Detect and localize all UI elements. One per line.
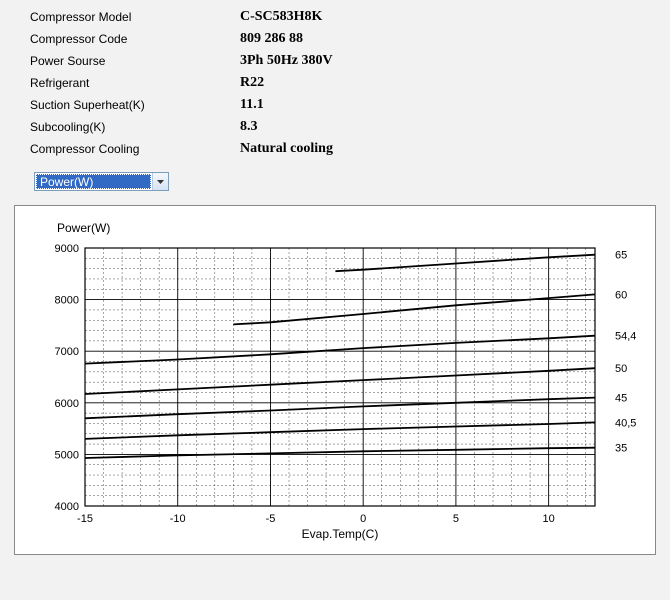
- spec-value: R22: [240, 72, 264, 94]
- spec-value: 3Ph 50Hz 380V: [240, 50, 333, 72]
- chart-metric-select[interactable]: Power(W): [34, 172, 169, 191]
- spec-label: Compressor Model: [30, 6, 240, 28]
- x-tick: 10: [543, 513, 555, 525]
- spec-row: Refrigerant R22: [30, 72, 670, 94]
- y-tick: 6000: [55, 398, 79, 410]
- y-tick: 7000: [55, 346, 79, 358]
- spec-row: Compressor Cooling Natural cooling: [30, 138, 670, 160]
- spec-label: Suction Superheat(K): [30, 94, 240, 116]
- y-axis-title: Power(W): [57, 221, 110, 235]
- series-label: 60: [615, 289, 627, 301]
- series-label: 35: [615, 443, 627, 455]
- spec-value: 809 286 88: [240, 28, 303, 50]
- x-tick: 5: [453, 513, 459, 525]
- spec-value: 11.1: [240, 94, 264, 116]
- y-tick: 8000: [55, 295, 79, 307]
- spec-row: Suction Superheat(K) 11.1: [30, 94, 670, 116]
- spec-row: Subcooling(K) 8.3: [30, 116, 670, 138]
- series-line: [233, 294, 595, 324]
- spec-value: 8.3: [240, 116, 258, 138]
- spec-label: Compressor Code: [30, 28, 240, 50]
- series-label: 40,5: [615, 417, 636, 429]
- series-line: [85, 422, 595, 439]
- power-chart: Power(W) 4000 5000 6000 7000 8000 9000 -15 -10 -5…: [14, 205, 656, 555]
- x-tick: 0: [360, 513, 366, 525]
- x-tick: -10: [170, 513, 186, 525]
- spec-value: C-SC583H8K: [240, 6, 322, 28]
- series-line: [85, 368, 595, 394]
- spec-label: Refrigerant: [30, 72, 240, 94]
- chart-metric-selected: Power(W): [36, 174, 151, 189]
- spec-value: Natural cooling: [240, 138, 333, 160]
- series-label: 45: [615, 393, 627, 405]
- y-tick: 5000: [55, 449, 79, 461]
- spec-row: Compressor Model C-SC583H8K: [30, 6, 670, 28]
- x-axis-title: Evap.Temp(C): [302, 527, 379, 541]
- y-tick: 9000: [55, 243, 79, 255]
- series-line: [85, 336, 595, 364]
- spec-label: Compressor Cooling: [30, 138, 240, 160]
- x-tick: -5: [266, 513, 276, 525]
- chevron-down-icon: [152, 173, 168, 190]
- spec-label: Subcooling(K): [30, 116, 240, 138]
- series-label: 50: [615, 363, 627, 375]
- spec-row: Compressor Code 809 286 88: [30, 28, 670, 50]
- x-tick: -15: [77, 513, 93, 525]
- series-line: [85, 398, 595, 419]
- spec-label: Power Sourse: [30, 50, 240, 72]
- series-label: 65: [615, 250, 627, 262]
- spec-table: Compressor Model C-SC583H8K Compressor C…: [0, 0, 670, 160]
- series-line: [85, 448, 595, 458]
- series-label: 54,4: [615, 331, 636, 343]
- y-tick: 4000: [55, 501, 79, 513]
- spec-row: Power Sourse 3Ph 50Hz 380V: [30, 50, 670, 72]
